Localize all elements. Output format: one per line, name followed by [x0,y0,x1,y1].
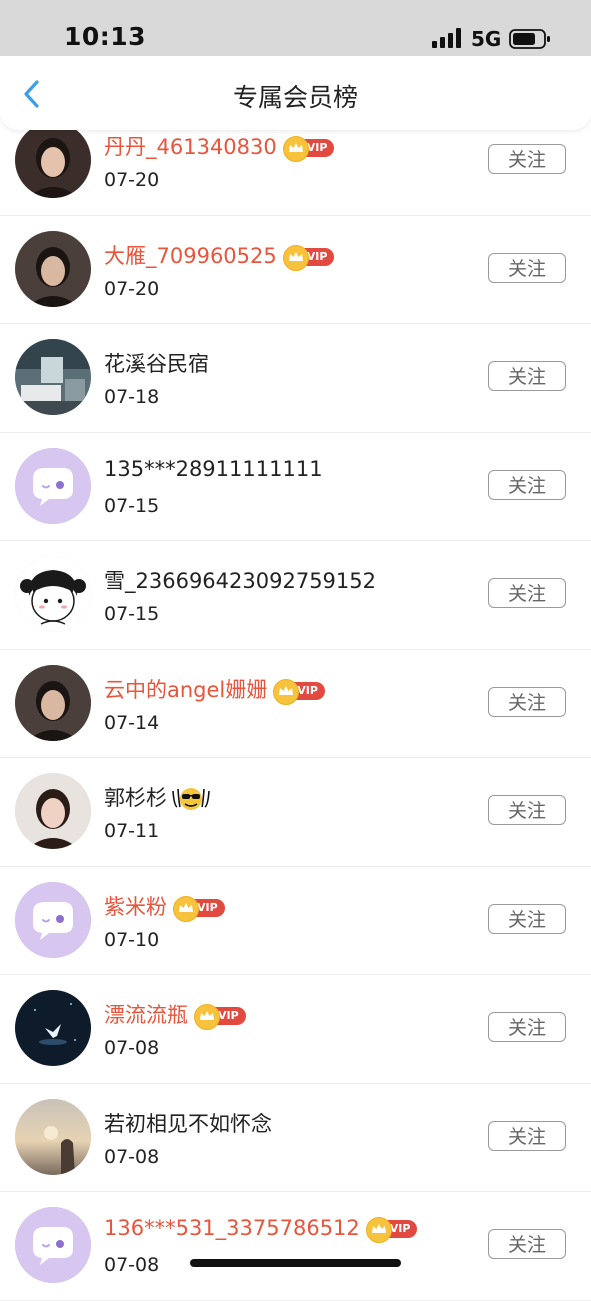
vip-badge: VIP [282,244,335,271]
member-name[interactable]: 雪_236696423092759152 [104,565,376,595]
member-name-text: 135***28911111111 [104,456,323,481]
member-avatar[interactable] [15,556,91,632]
member-name[interactable]: 丹丹_461340830 VIP [104,131,335,162]
follow-button[interactable]: 关注 [488,469,566,500]
follow-button[interactable]: 关注 [488,578,566,608]
member-name[interactable]: 136***531_3375786512 VIP [104,1216,418,1243]
member-date: 07-10 [104,928,160,951]
nav-header: 专属会员榜 [0,56,591,130]
vip-badge: VIP [194,1004,246,1030]
member-name[interactable]: 大雁_709960525 VIP [104,240,335,271]
member-avatar[interactable] [15,664,91,741]
member-row[interactable]: 136***531_3375786512 VIP 07-08 关注 [0,1192,591,1301]
member-row[interactable]: 漂流流瓶 VIP 07-08 关注 [0,975,591,1084]
crown-icon [365,1217,392,1243]
member-avatar[interactable] [15,990,91,1066]
vip-label: VIP [218,1009,239,1022]
member-date: 07-08 [104,1037,160,1059]
member-date: 07-11 [104,820,160,842]
vip-badge: VIP [282,136,335,162]
vip-label: VIP [306,141,328,154]
vip-badge: VIP [173,895,225,922]
vip-badge: VIP [273,678,325,705]
member-name-text: 云中的angel姗姗 [104,677,268,702]
member-name-text: 郭杉杉 [104,786,167,810]
crown-icon [273,678,300,705]
vip-label: VIP [389,1222,411,1235]
status-time: 10:13 [64,22,147,51]
member-name-text: 若初相见不如怀念 [104,1111,272,1136]
member-name-text: 紫米粉 [104,894,167,919]
member-date: 07-20 [104,169,160,191]
follow-button[interactable]: 关注 [488,686,566,717]
member-name-text: 漂流流瓶 [104,1003,188,1027]
sunglasses-emoji-icon [172,788,210,810]
follow-button[interactable]: 关注 [488,1120,566,1151]
member-name-text: 136***531_3375786512 [104,1216,360,1240]
vip-badge: VIP [365,1217,418,1243]
member-avatar[interactable] [15,773,91,849]
follow-button[interactable]: 关注 [488,1012,566,1042]
member-row[interactable]: 郭杉杉 07-11 关注 [0,758,591,867]
member-date: 07-15 [104,494,160,517]
signal-icon [432,28,461,48]
crown-icon [282,136,309,162]
vip-label: VIP [197,900,218,914]
follow-button[interactable]: 关注 [488,144,566,174]
follow-button[interactable]: 关注 [488,795,566,825]
member-avatar[interactable] [15,1098,91,1175]
crown-icon [173,895,199,922]
member-name[interactable]: 云中的angel姗姗 VIP [104,674,325,705]
member-row[interactable]: 花溪谷民宿 07-18 关注 [0,324,591,433]
member-avatar[interactable] [15,447,91,524]
member-name[interactable]: 若初相见不如怀念 [104,1108,272,1138]
member-date: 07-15 [104,603,160,625]
member-row[interactable]: 135***28911111111 07-15 关注 [0,433,591,541]
member-name[interactable]: 135***28911111111 [104,457,323,481]
member-date: 07-08 [104,1254,160,1276]
member-name-text: 雪_236696423092759152 [104,569,376,593]
member-avatar[interactable] [15,881,91,958]
member-date: 07-14 [104,711,160,734]
crown-icon [194,1004,220,1030]
member-name-text: 花溪谷民宿 [104,352,209,376]
vip-label: VIP [306,249,328,263]
member-name[interactable]: 漂流流瓶 VIP [104,999,246,1030]
member-date: 07-18 [104,386,160,408]
member-row[interactable]: 若初相见不如怀念 07-08 关注 [0,1084,591,1192]
network-label: 5G [471,27,502,51]
status-bar: 10:13 5G [0,0,591,56]
home-indicator[interactable] [190,1259,401,1267]
member-avatar[interactable] [15,1207,91,1283]
member-name-text: 大雁_709960525 [104,243,277,268]
member-list: 丹丹_461340830 VIP 07-20 关注 大雁_709960525 VIP… [0,107,591,1301]
member-avatar[interactable] [15,339,91,415]
member-date: 07-20 [104,277,160,300]
member-avatar[interactable] [15,230,91,307]
page-title: 专属会员榜 [232,83,358,112]
member-name[interactable]: 花溪谷民宿 [104,348,209,378]
follow-button[interactable]: 关注 [488,903,566,934]
member-row[interactable]: 云中的angel姗姗 VIP 07-14 关注 [0,650,591,758]
follow-button[interactable]: 关注 [488,361,566,391]
vip-label: VIP [297,683,318,697]
member-date: 07-08 [104,1145,160,1168]
member-name[interactable]: 紫米粉 VIP [104,891,225,922]
member-avatar[interactable] [15,122,91,198]
member-row[interactable]: 大雁_709960525 VIP 07-20 关注 [0,216,591,324]
member-name[interactable]: 郭杉杉 [104,782,213,812]
battery-icon [509,29,550,49]
follow-button[interactable]: 关注 [488,252,566,283]
member-name-text: 丹丹_461340830 [104,135,277,159]
member-row[interactable]: 紫米粉 VIP 07-10 关注 [0,867,591,975]
follow-button[interactable]: 关注 [488,1229,566,1259]
crown-icon [282,244,309,271]
member-row[interactable]: 雪_236696423092759152 07-15 关注 [0,541,591,650]
